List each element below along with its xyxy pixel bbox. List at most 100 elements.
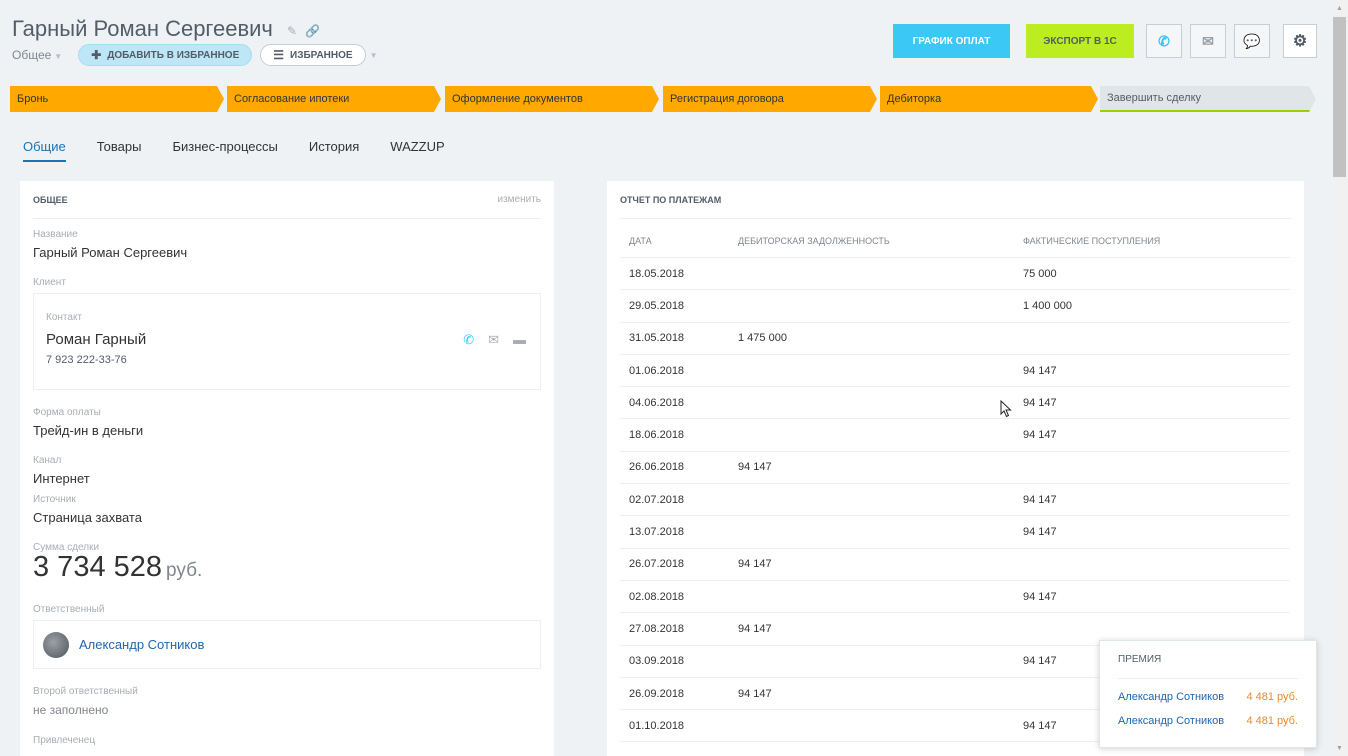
table-row: 26.06.2018 94 147 (620, 452, 1290, 485)
cell-receivable: 94 147 (738, 558, 772, 571)
table-row: 18.05.2018 75 000 (620, 258, 1290, 291)
settings-button[interactable]: ⚙ (1283, 24, 1317, 58)
attracted-label: Привлеченец (33, 735, 96, 746)
bonus-amount: 4 481 руб. (1246, 715, 1298, 727)
table-row: 02.07.2018 94 147 (620, 484, 1290, 517)
scrollbar-thumb[interactable] (1333, 17, 1346, 177)
general-card-header: ОБЩЕЕ изменить (33, 181, 541, 219)
cell-receipt: 94 147 (1023, 590, 1057, 603)
link-icon[interactable]: 🔗 (305, 24, 320, 38)
stage-documents[interactable]: Оформление документов (445, 86, 659, 112)
stage-mortgage-approval[interactable]: Согласование ипотеки (227, 86, 441, 112)
edit-link[interactable]: изменить (497, 194, 541, 205)
mouse-cursor-icon (1000, 400, 1012, 418)
plus-icon: ✚ (91, 48, 102, 62)
cell-date: 04.06.2018 (629, 396, 685, 409)
bonus-row: Александр Сотников 4 481 руб. (1118, 691, 1298, 703)
tab-general[interactable]: Общие (23, 139, 66, 162)
phone-icon: ✆ (1158, 32, 1170, 49)
title-actions: ✎ 🔗 (287, 24, 320, 38)
cell-date: 01.06.2018 (629, 364, 685, 377)
contact-phone[interactable]: 7 923 222-33-76 (46, 354, 127, 366)
bonus-row: Александр Сотников 4 481 руб. (1118, 715, 1298, 727)
cell-receivable: 1 475 000 (738, 332, 787, 345)
chevron-down-icon: ▼ (54, 52, 63, 61)
category-label: Общее (12, 48, 52, 62)
report-heading: ОТЧЕТ ПО ПЛАТЕЖАМ (620, 194, 722, 205)
bonus-title: ПРЕМИЯ (1118, 641, 1298, 679)
export-1c-button[interactable]: ЭКСПОРТ В 1С (1026, 24, 1134, 58)
tab-history[interactable]: История (309, 139, 359, 162)
gear-icon: ⚙ (1292, 33, 1308, 50)
responsible-name[interactable]: Александр Сотников (79, 637, 204, 652)
cell-receipt: 94 147 (1023, 493, 1057, 506)
tab-bar: Общие Товары Бизнес-процессы История WAZ… (23, 139, 445, 162)
cell-receipt: 1 400 000 (1023, 299, 1072, 312)
email-button[interactable]: ✉ (1190, 24, 1226, 58)
tab-wazzup[interactable]: WAZZUP (390, 139, 444, 162)
add-to-favorites-label: ДОБАВИТЬ В ИЗБРАННОЕ (107, 49, 240, 61)
tab-business-processes[interactable]: Бизнес-процессы (172, 139, 277, 162)
cell-receivable: 94 147 (738, 461, 772, 474)
scroll-down-arrow-icon[interactable]: ▼ (1331, 740, 1348, 756)
phone-icon[interactable]: ✆ (463, 332, 474, 348)
table-row: 29.05.2018 1 400 000 (620, 290, 1290, 323)
favorites-label: ИЗБРАННОЕ (290, 49, 353, 61)
table-row: 01.06.2018 94 147 (620, 355, 1290, 388)
contact-box: Контакт Роман Гарный 7 923 222-33-76 ✆ ✉… (33, 293, 541, 390)
cell-receipt: 75 000 (1023, 267, 1057, 280)
cell-date: 18.05.2018 (629, 267, 685, 280)
mail-icon: ✉ (1202, 32, 1214, 49)
tab-products[interactable]: Товары (97, 139, 142, 162)
page-scrollbar[interactable]: ▲ ▼ (1331, 0, 1348, 756)
table-row: 13.07.2018 94 147 (620, 516, 1290, 549)
cell-receipt: 94 147 (1023, 364, 1057, 377)
edit-pencil-icon[interactable]: ✎ (287, 24, 297, 38)
source-value: Страница захвата (33, 510, 142, 525)
cell-date: 31.05.2018 (629, 332, 685, 345)
avatar[interactable] (43, 631, 69, 658)
cell-date: 13.07.2018 (629, 526, 685, 539)
cell-date: 18.06.2018 (629, 429, 685, 442)
name-label: Название (33, 229, 78, 240)
add-to-favorites-button[interactable]: ✚ ДОБАВИТЬ В ИЗБРАННОЕ (78, 44, 253, 66)
category-selector[interactable]: Общее ▼ (12, 48, 62, 62)
favorites-button[interactable]: ☰ ИЗБРАННОЕ (260, 44, 366, 66)
cell-date: 02.07.2018 (629, 493, 685, 506)
responsible-label: Ответственный (33, 604, 105, 615)
cell-date: 26.09.2018 (629, 687, 685, 700)
amount-value: 3 734 528 (33, 551, 163, 583)
contact-name[interactable]: Роман Гарный (46, 331, 146, 348)
column-receivables: ДЕБИТОРСКАЯ ЗАДОЛЖЕННОСТЬ (738, 235, 890, 246)
report-card-header: ОТЧЕТ ПО ПЛАТЕЖАМ (620, 181, 1291, 219)
stage-receivables[interactable]: Дебиторка (880, 86, 1098, 112)
general-heading: ОБЩЕЕ (33, 194, 68, 205)
chat-icon[interactable]: ▬ (513, 332, 526, 348)
stage-complete-deal[interactable]: Завершить сделку (1100, 86, 1316, 112)
channel-label: Канал (33, 455, 62, 466)
cell-date: 02.08.2018 (629, 590, 685, 603)
table-row: 04.06.2018 94 147 (620, 387, 1290, 420)
chat-button[interactable]: 💬 (1234, 24, 1270, 58)
source-label: Источник (33, 494, 76, 505)
scroll-up-arrow-icon[interactable]: ▲ (1331, 0, 1348, 16)
bonus-employee-name[interactable]: Александр Сотников (1118, 715, 1224, 727)
stage-contract-registration[interactable]: Регистрация договора (663, 86, 877, 112)
page-title: Гарный Роман Сергеевич (12, 16, 273, 41)
table-row: 18.06.2018 94 147 (620, 419, 1290, 452)
amount-currency: руб. (166, 560, 203, 581)
cell-receipt: 94 147 (1023, 396, 1057, 409)
bonus-employee-name[interactable]: Александр Сотников (1118, 691, 1224, 703)
stage-booking[interactable]: Бронь (10, 86, 224, 112)
payment-schedule-button[interactable]: ГРАФИК ОПЛАТ (893, 24, 1010, 58)
mail-icon[interactable]: ✉ (488, 332, 499, 348)
list-icon: ☰ (273, 48, 285, 62)
cell-receipt: 94 147 (1023, 429, 1057, 442)
chevron-down-icon[interactable]: ▼ (370, 51, 378, 60)
call-button[interactable]: ✆ (1146, 24, 1182, 58)
table-row: 31.05.2018 1 475 000 (620, 323, 1290, 355)
responsible-box: Александр Сотников (33, 620, 541, 669)
contact-actions: ✆ ✉ ▬ (463, 332, 526, 348)
channel-value: Интернет (33, 471, 90, 486)
bonus-amount: 4 481 руб. (1246, 691, 1298, 703)
